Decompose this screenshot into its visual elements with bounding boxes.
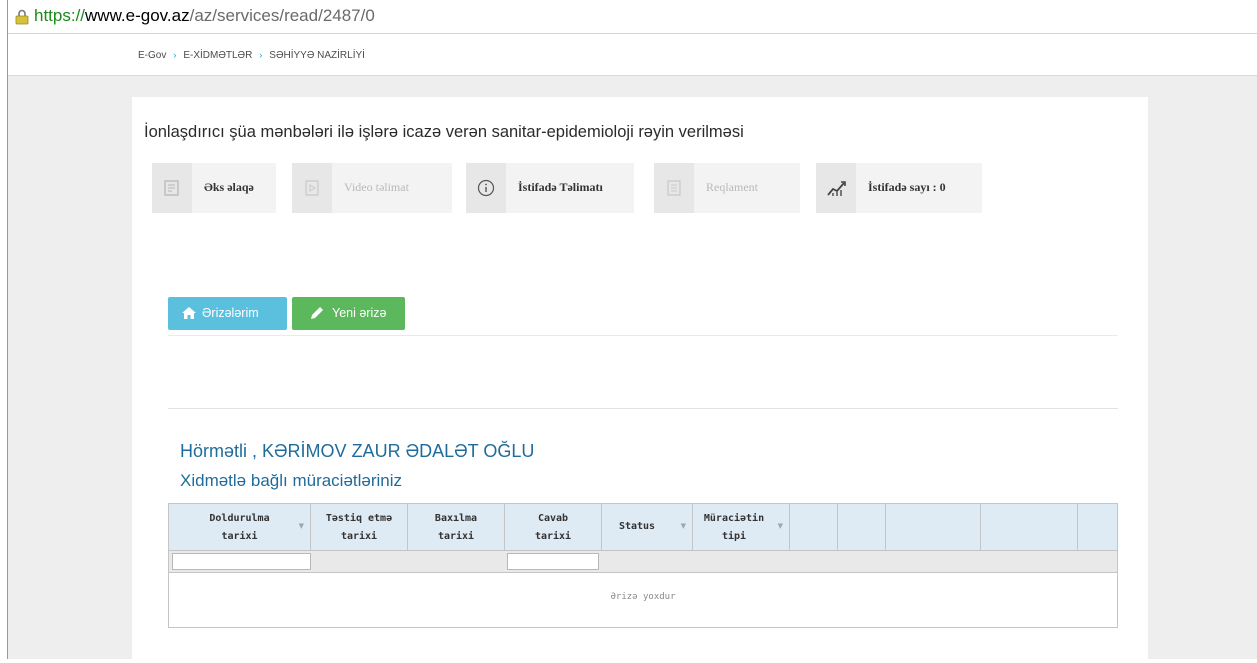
response-date-filter-input[interactable] (507, 553, 599, 570)
url-text[interactable]: https://www.e-gov.az/az/services/read/24… (34, 6, 375, 26)
filling-date-filter-input[interactable] (172, 553, 311, 570)
column-header-application-type[interactable]: Müraciətin tipi ▼ (693, 504, 790, 550)
my-applications-button[interactable]: Ərizələrim (168, 297, 287, 330)
chevron-right-icon: › (173, 50, 177, 60)
sort-down-icon[interactable]: ▼ (299, 522, 304, 530)
divider (168, 408, 1118, 409)
feedback-tile[interactable]: Əks əlaqə (152, 163, 276, 213)
feedback-label: Əks əlaqə (204, 180, 254, 194)
feedback-icon (164, 180, 179, 196)
column-header-label: Müraciətin tipi (703, 513, 765, 542)
applications-table: Doldurulma tarixi ▼ Təstiq etmə tarixi B… (168, 503, 1118, 628)
url-host: www.e-gov.az (85, 6, 190, 25)
column-header-filling-date[interactable]: Doldurulma tarixi ▼ (169, 504, 311, 550)
usage-count-tile: İstifadə sayı : 0 (816, 163, 982, 213)
column-header-empty (1078, 504, 1117, 550)
page-title: İonlaşdırıcı şüa mənbələri ilə işlərə ic… (144, 123, 744, 141)
video-tile: Video təlimat (292, 163, 452, 213)
new-application-label: Yeni ərizə (332, 306, 387, 320)
column-header-empty (790, 504, 838, 550)
column-header-label: Status (618, 521, 656, 532)
video-label: Video təlimat (344, 180, 409, 194)
breadcrumb-item-egov[interactable]: E-Gov (138, 50, 166, 61)
filter-row (169, 551, 1117, 573)
table-header: Doldurulma tarixi ▼ Təstiq etmə tarixi B… (169, 504, 1117, 551)
regulation-label: Reqlament (706, 180, 758, 194)
column-header-approval-date: Təstiq etmə tarixi (311, 504, 408, 550)
regulation-tile: Reqlament (654, 163, 800, 213)
lock-icon (15, 9, 29, 25)
info-icon (477, 179, 495, 197)
user-greeting: Hörmətli , KƏRİMOV ZAUR ƏDALƏT OĞLU (180, 441, 535, 461)
chart-icon (827, 181, 846, 196)
service-card: İonlaşdırıcı şüa mənbələri ilə işlərə ic… (132, 97, 1148, 663)
column-header-label: Baxılma tarixi (434, 513, 478, 542)
breadcrumb-item-ministry[interactable]: SƏHİYYƏ NAZİRLİYİ (269, 50, 365, 61)
empty-table-message: Ərizə yoxdur (610, 592, 676, 602)
home-icon (182, 307, 196, 319)
pencil-icon (311, 307, 323, 319)
chevron-right-icon: › (259, 50, 263, 60)
sort-down-icon[interactable]: ▼ (778, 522, 783, 530)
column-header-empty (981, 504, 1078, 550)
browser-window: https://www.e-gov.az/az/services/read/24… (7, 0, 1257, 663)
usage-count-label: İstifadə sayı : 0 (868, 180, 946, 194)
video-icon (305, 180, 319, 196)
column-header-response-date: Cavab tarixi (505, 504, 602, 550)
new-application-button[interactable]: Yeni ərizə (292, 297, 405, 330)
column-header-label: Cavab tarixi (534, 513, 572, 542)
url-path: /az/services/read/2487/0 (189, 6, 375, 25)
divider (168, 335, 1118, 336)
column-header-label: Doldurulma tarixi (209, 513, 270, 542)
usage-guide-tile[interactable]: İstifadə Təlimatı (466, 163, 634, 213)
applications-heading: Xidmətlə bağlı müraciətləriniz (180, 471, 403, 490)
my-applications-label: Ərizələrim (202, 306, 259, 320)
column-header-status[interactable]: Status ▼ (602, 504, 693, 550)
column-header-empty (886, 504, 981, 550)
document-icon (667, 180, 681, 196)
page-background: İonlaşdırıcı şüa mənbələri ilə işlərə ic… (8, 76, 1257, 663)
usage-guide-label: İstifadə Təlimatı (518, 180, 603, 194)
address-bar[interactable]: https://www.e-gov.az/az/services/read/24… (8, 0, 1257, 34)
column-header-review-date: Baxılma tarixi (408, 504, 505, 550)
breadcrumb-bar: E-Gov › E-XİDMƏTLƏR › SƏHİYYƏ NAZİRLİYİ (8, 34, 1257, 76)
column-header-label: Təstiq etmə tarixi (325, 513, 393, 542)
url-scheme: https:// (34, 6, 86, 25)
breadcrumb-item-e-services[interactable]: E-XİDMƏTLƏR (183, 50, 252, 61)
sort-down-icon[interactable]: ▼ (681, 522, 686, 530)
column-header-empty (838, 504, 886, 550)
breadcrumb: E-Gov › E-XİDMƏTLƏR › SƏHİYYƏ NAZİRLİYİ (138, 50, 365, 61)
